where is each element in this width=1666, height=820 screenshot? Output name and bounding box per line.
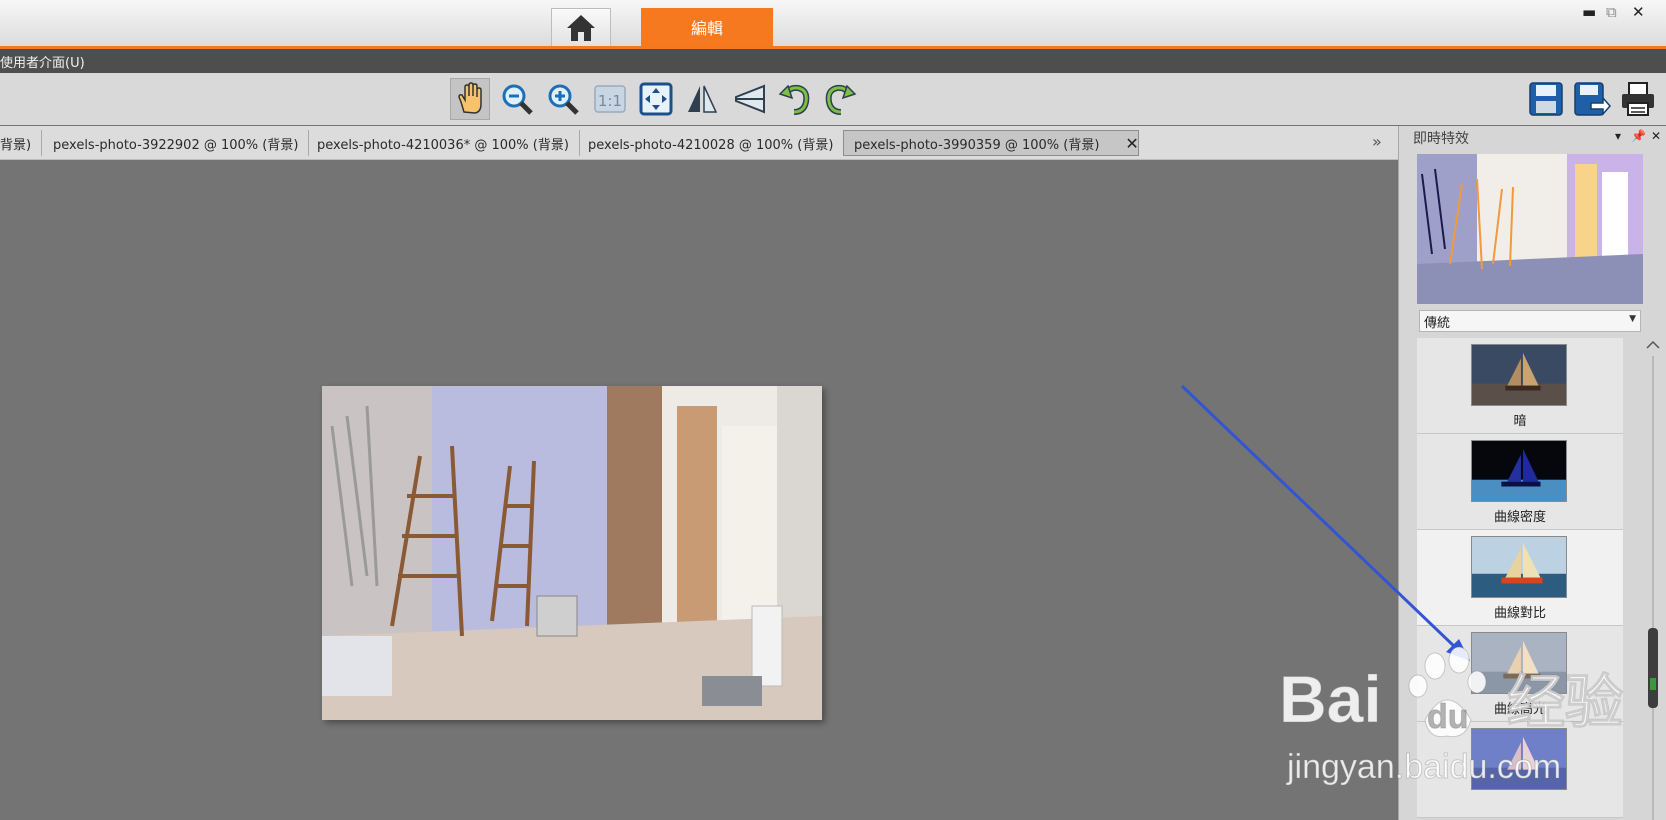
flip-vertical-icon <box>735 84 765 114</box>
baidu-watermark: Bai du 经验 jingyan.baidu.com <box>1279 646 1624 787</box>
tab-label: pexels-photo-4210036* @ 100% (背景) <box>317 137 569 153</box>
tab-close-icon[interactable]: ✕ <box>1125 134 1138 153</box>
print-icon <box>1622 82 1654 116</box>
save-as-button[interactable] <box>1572 78 1612 120</box>
save-as-icon <box>1574 82 1611 116</box>
document-tab-active[interactable]: pexels-photo-3990359 @ 100% (背景) ✕ <box>843 130 1139 156</box>
document-tab[interactable]: pexels-photo-4210028 @ 100% (背景) <box>578 130 845 156</box>
rotate-right-icon <box>825 84 857 115</box>
svg-text:经验: 经验 <box>1507 668 1623 736</box>
svg-text:Bai: Bai <box>1279 662 1382 736</box>
title-bar: 編輯 ▬ ⧉ ✕ <box>0 0 1666 49</box>
dropdown-value: 傳統 <box>1424 316 1451 331</box>
menu-bar: 使用者介面(U) <box>0 49 1666 73</box>
effect-item-curve-density[interactable]: 曲線密度 <box>1417 434 1623 530</box>
document-tab[interactable]: pexels-photo-3922902 @ 100% (背景) <box>43 130 310 156</box>
fit-window-button[interactable] <box>636 78 676 120</box>
effect-thumbnail <box>1471 440 1567 502</box>
effect-category-dropdown[interactable]: 傳統 ▼ <box>1419 310 1641 332</box>
panel-menu-icon[interactable]: ▾ <box>1615 129 1621 143</box>
tab-label: 背景) <box>0 137 32 153</box>
panel-title: 即時特效 <box>1413 131 1469 147</box>
zoom-in-icon <box>548 84 579 115</box>
document-tab-bar: 背景) pexels-photo-3922902 @ 100% (背景) pex… <box>0 126 1398 160</box>
effect-item-dark[interactable]: 暗 <box>1417 338 1623 434</box>
home-icon <box>567 14 595 41</box>
effect-label: 暗 <box>1513 414 1527 429</box>
tab-scroll-right-icon[interactable]: » <box>1372 132 1382 151</box>
print-button[interactable] <box>1618 78 1658 120</box>
effect-item-curve-contrast[interactable]: 曲線對比 <box>1417 530 1623 626</box>
svg-text:jingyan.baidu.com: jingyan.baidu.com <box>1286 748 1561 786</box>
menu-user-interface[interactable]: 使用者介面(U) <box>0 52 85 71</box>
minimize-icon[interactable]: ▬ <box>1582 3 1596 21</box>
close-icon[interactable]: ✕ <box>1632 3 1645 21</box>
actual-size-button[interactable]: 1:1 <box>590 78 630 120</box>
zoom-out-button[interactable] <box>497 78 537 120</box>
effect-thumbnail <box>1471 344 1567 406</box>
tab-label: pexels-photo-3922902 @ 100% (背景) <box>53 137 299 153</box>
chevron-down-icon: ▼ <box>1629 314 1636 324</box>
effect-preview-image <box>1417 154 1643 304</box>
flip-vertical-button[interactable] <box>729 78 769 120</box>
edit-tab[interactable]: 編輯 <box>641 8 773 46</box>
panel-close-icon[interactable]: ✕ <box>1651 129 1661 143</box>
effect-thumbnail <box>1471 536 1567 598</box>
actual-size-icon: 1:1 <box>594 85 626 113</box>
zoom-in-button[interactable] <box>543 78 583 120</box>
home-tab[interactable] <box>551 8 611 46</box>
svg-text:1:1: 1:1 <box>598 92 622 110</box>
pin-icon[interactable]: 📌 <box>1631 129 1646 143</box>
flip-horizontal-icon <box>688 85 718 113</box>
document-tab[interactable]: 背景) <box>0 130 43 156</box>
hand-tool-button[interactable] <box>450 78 490 120</box>
zoom-out-icon <box>502 84 533 115</box>
hand-icon <box>458 82 482 114</box>
tab-label: pexels-photo-4210028 @ 100% (背景) <box>588 137 834 153</box>
fit-window-icon <box>639 82 673 116</box>
document-tab[interactable]: pexels-photo-4210036* @ 100% (背景) <box>307 130 580 156</box>
effect-label: 曲線密度 <box>1493 510 1546 525</box>
rotate-left-icon <box>778 84 810 115</box>
save-icon <box>1529 82 1563 116</box>
rotate-left-button[interactable] <box>775 78 815 120</box>
tab-label: pexels-photo-3990359 @ 100% (背景) <box>854 137 1100 153</box>
canvas-image[interactable] <box>322 386 822 720</box>
restore-icon[interactable]: ⧉ <box>1606 3 1617 21</box>
effect-label: 曲線對比 <box>1493 606 1546 621</box>
flip-horizontal-button[interactable] <box>682 78 722 120</box>
svg-text:du: du <box>1427 698 1469 736</box>
save-button[interactable] <box>1526 78 1566 120</box>
rotate-right-button[interactable] <box>820 78 860 120</box>
